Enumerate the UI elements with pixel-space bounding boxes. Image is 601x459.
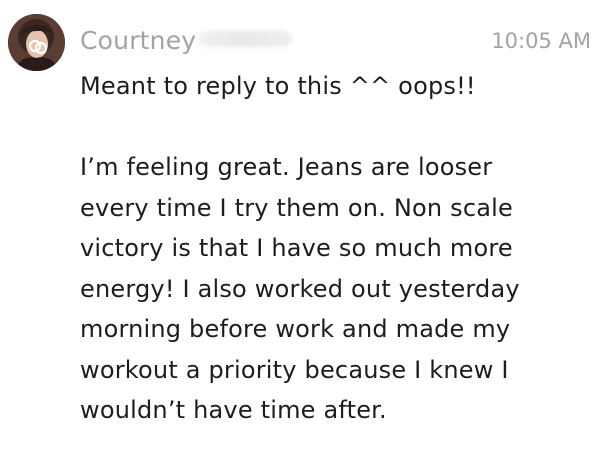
message-line: every time I try them on. Non scale <box>80 193 513 222</box>
sender-name[interactable]: Courtney <box>80 24 293 58</box>
redacted-name-blur <box>198 31 293 47</box>
chat-message: Courtney 10:05 AM Meant to reply to this… <box>0 0 601 459</box>
message-line: victory is that I have so much more <box>80 234 513 262</box>
message-timestamp: 10:05 AM <box>491 29 591 53</box>
message-line-blank <box>80 107 595 148</box>
user-avatar-icon <box>8 14 65 71</box>
message-line: morning before work and made my <box>80 315 511 343</box>
avatar[interactable] <box>8 14 65 71</box>
message-line: I’m feeling great. Jeans are looser <box>80 153 493 181</box>
message-body: Meant to reply to this ^^ oops!! I’m fee… <box>80 66 595 431</box>
message-line: wouldn’t have time after. <box>80 396 387 424</box>
message-line: energy! I also worked out yesterday <box>80 274 520 303</box>
sender-name-text: Courtney <box>80 26 197 55</box>
message-line: Meant to reply to this ^^ oops!! <box>80 72 476 100</box>
message-line: workout a priority because I knew I <box>80 355 509 384</box>
